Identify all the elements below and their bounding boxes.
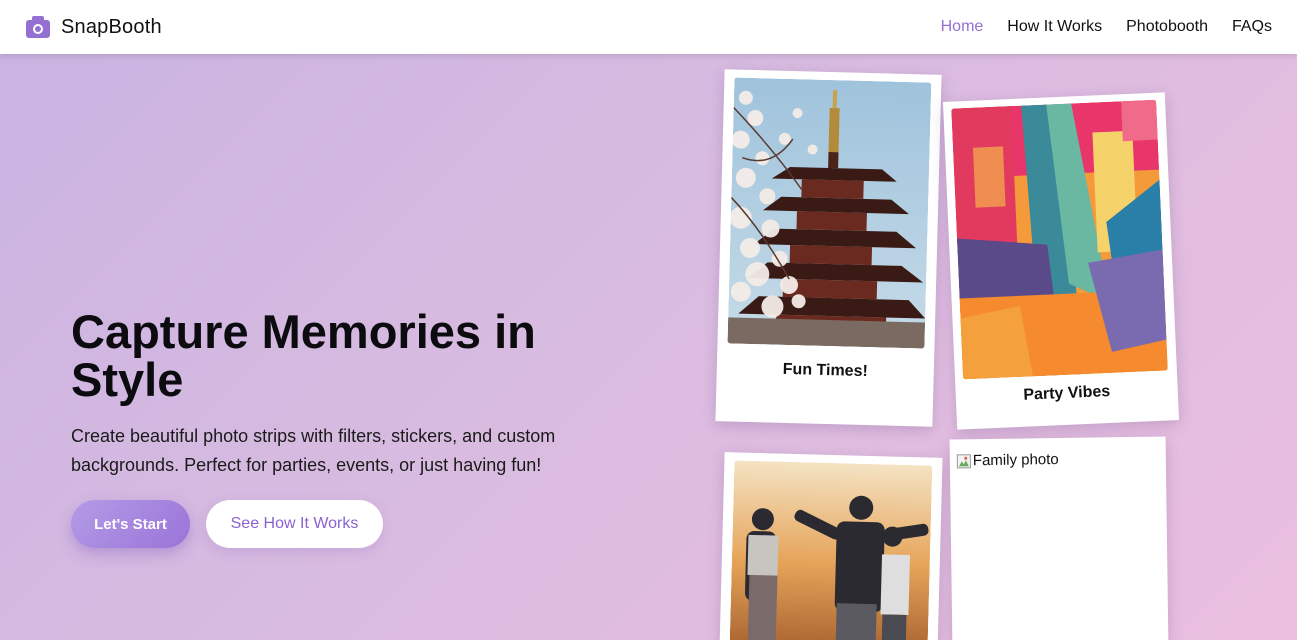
hero-title: Capture Memories in Style — [71, 305, 536, 406]
main-nav: Home How It Works Photobooth FAQs — [941, 18, 1272, 36]
lets-start-button[interactable]: Let's Start — [71, 500, 190, 548]
abstract-paint-photo — [951, 99, 1168, 380]
family-photo-alt-text: Family photo — [972, 450, 1059, 470]
hero-description: Create beautiful photo strips with filte… — [71, 426, 556, 475]
photo-card-fun-times: Fun Times! — [715, 69, 942, 427]
brand-logo[interactable]: SnapBooth — [25, 15, 162, 39]
broken-image-icon — [956, 453, 971, 468]
photo-card-family: Family photo — [949, 436, 1169, 640]
photo-card-party-vibes: Party Vibes — [942, 92, 1180, 430]
card-caption: Fun Times! — [782, 360, 869, 381]
family-photo-image: Family photo — [956, 450, 1059, 470]
photo-card-friends — [719, 452, 943, 640]
nav-link-how-it-works[interactable]: How It Works — [1007, 18, 1102, 36]
site-header: SnapBooth Home How It Works Photobooth F… — [0, 0, 1297, 54]
pagoda-cherry-blossom-photo — [727, 77, 932, 349]
nav-link-home[interactable]: Home — [941, 18, 984, 36]
see-how-it-works-button[interactable]: See How It Works — [206, 500, 383, 548]
friends-sunset-photo — [729, 460, 933, 640]
brand-name: SnapBooth — [61, 15, 162, 38]
camera-icon — [25, 15, 51, 39]
nav-link-faqs[interactable]: FAQs — [1232, 18, 1272, 36]
nav-link-photobooth[interactable]: Photobooth — [1126, 18, 1208, 36]
card-caption: Party Vibes — [1023, 382, 1111, 404]
